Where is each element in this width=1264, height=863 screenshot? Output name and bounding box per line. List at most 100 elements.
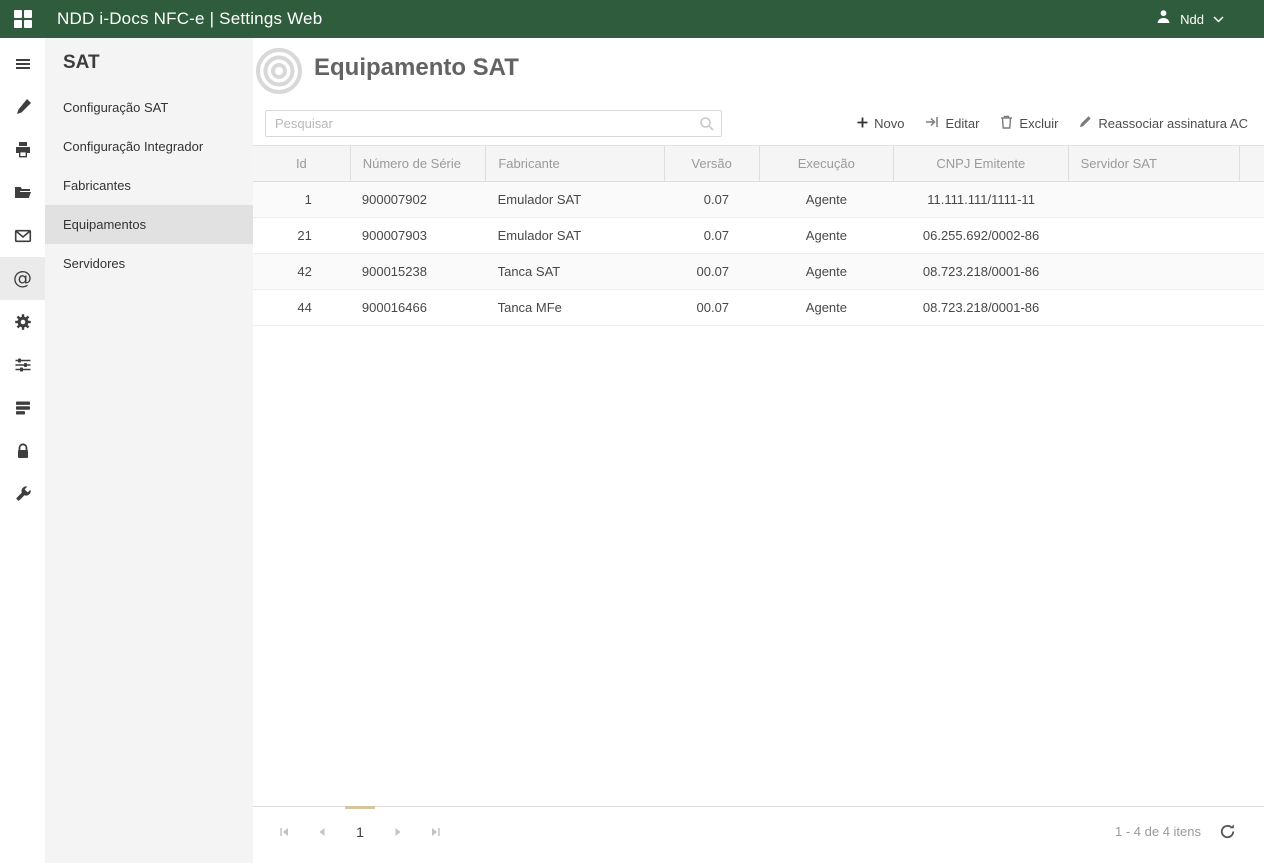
first-page-button[interactable]	[265, 807, 303, 856]
app-title: NDD i-Docs NFC-e | Settings Web	[57, 9, 323, 28]
page-number-button[interactable]: 1	[341, 806, 379, 856]
lock-icon	[17, 442, 28, 458]
printer-icon	[15, 141, 30, 157]
previous-page-button[interactable]	[303, 807, 341, 856]
sidebar-title: SAT	[63, 52, 100, 73]
table-header-row: Id Número de Série Fabricante Versão Exe…	[253, 145, 1264, 182]
search-icon[interactable]	[699, 116, 715, 137]
refresh-button[interactable]	[1219, 823, 1236, 840]
cell-id: 1	[304, 192, 312, 207]
cell-filler	[1240, 254, 1264, 289]
layers-icon	[15, 401, 30, 414]
cell-numero-serie: 900015238	[361, 264, 427, 279]
cell-cnpj-emitente: 11.111.111/1111-11	[927, 192, 1035, 207]
column-header-numero-serie[interactable]: Número de Série	[349, 146, 486, 181]
cell-id: 42	[297, 264, 312, 279]
novo-button[interactable]: Novo	[857, 116, 904, 131]
rail-item-servers[interactable]	[0, 386, 45, 429]
column-header-id[interactable]: Id	[253, 146, 350, 181]
icon-rail: @	[0, 38, 45, 863]
cell-versao: 00.07	[696, 264, 730, 279]
rail-item-parameters[interactable]	[0, 343, 45, 386]
user-menu[interactable]: Ndd	[1156, 9, 1264, 29]
cell-numero-serie: 900007902	[361, 192, 427, 207]
cell-execucao: Agente	[805, 264, 847, 279]
pager-buttons: 1	[265, 806, 455, 856]
menu-toggle-button[interactable]	[0, 42, 45, 85]
rail-item-settings[interactable]	[0, 300, 45, 343]
reassociar-assinatura-button[interactable]: Reassociar assinatura AC	[1079, 115, 1248, 131]
cell-cnpj-emitente: 08.723.218/0001-86	[922, 264, 1040, 279]
user-name: Ndd	[1180, 11, 1204, 27]
cell-execucao: Agente	[805, 192, 847, 207]
search-input[interactable]	[266, 110, 721, 136]
pager: 1 1 - 4 de 4 itens	[253, 806, 1264, 856]
plus-icon	[857, 116, 868, 131]
cell-fabricante: Tanca MFe	[497, 300, 562, 315]
table-row[interactable]: 1 900007902 Emulador SAT 0.07 Agente 11.…	[253, 182, 1264, 218]
cell-servidor-sat	[1068, 254, 1240, 289]
toolbar-actions: Novo Editar Excluir Reassociar assinatur…	[857, 115, 1264, 132]
column-header-execucao[interactable]: Execução	[758, 146, 894, 181]
column-header-servidor-sat[interactable]: Servidor SAT	[1067, 146, 1239, 181]
last-page-icon	[432, 827, 440, 836]
cell-servidor-sat	[1068, 218, 1240, 253]
sidebar: SAT Configuração SAT Configuração Integr…	[45, 38, 253, 863]
cell-filler	[1240, 182, 1264, 217]
sidebar-item-fabricantes[interactable]: Fabricantes	[45, 166, 253, 205]
topbar: NDD i-Docs NFC-e | Settings Web Ndd	[0, 0, 1264, 38]
user-icon	[1156, 9, 1171, 29]
editar-button[interactable]: Editar	[925, 116, 979, 131]
sidebar-item-configuracao-integrador[interactable]: Configuração Integrador	[45, 127, 253, 166]
column-header-cnpj-emitente[interactable]: CNPJ Emitente	[893, 146, 1067, 181]
edit-icon	[925, 116, 939, 131]
previous-page-icon	[319, 827, 325, 836]
chevron-down-icon	[1213, 10, 1224, 28]
next-page-button[interactable]	[379, 807, 417, 856]
column-header-versao[interactable]: Versão	[663, 146, 759, 181]
sidebar-item-configuracao-sat[interactable]: Configuração SAT	[45, 88, 253, 127]
cell-servidor-sat	[1068, 290, 1240, 325]
apps-launcher-button[interactable]	[0, 0, 45, 38]
envelope-icon	[14, 229, 31, 242]
page-title: Equipamento SAT	[314, 54, 519, 81]
equipamentos-grid: Id Número de Série Fabricante Versão Exe…	[253, 145, 1264, 805]
cell-execucao: Agente	[805, 228, 847, 243]
rail-item-folder[interactable]	[0, 171, 45, 214]
rail-item-printer[interactable]	[0, 128, 45, 171]
last-page-button[interactable]	[417, 807, 455, 856]
reassociar-label: Reassociar assinatura AC	[1098, 115, 1248, 131]
column-header-filler	[1239, 146, 1264, 181]
rail-item-security[interactable]	[0, 429, 45, 472]
sidebar-item-equipamentos[interactable]: Equipamentos	[45, 205, 253, 244]
gear-icon	[14, 313, 31, 330]
at-icon: @	[13, 267, 32, 289]
next-page-icon	[395, 827, 401, 836]
cell-fabricante: Emulador SAT	[497, 228, 582, 243]
cell-cnpj-emitente: 08.723.218/0001-86	[922, 300, 1040, 315]
cell-numero-serie: 900007903	[361, 228, 427, 243]
sidebar-item-servidores[interactable]: Servidores	[45, 244, 253, 283]
apps-grid-icon	[13, 10, 32, 28]
grid-toolbar: Novo Editar	[253, 109, 1264, 137]
cell-versao: 0.07	[703, 192, 730, 207]
sliders-icon	[15, 358, 30, 371]
cell-id: 21	[297, 228, 312, 243]
cell-versao: 00.07	[696, 300, 730, 315]
column-header-fabricante[interactable]: Fabricante	[485, 146, 663, 181]
rail-item-at-active[interactable]: @	[0, 257, 45, 300]
excluir-label: Excluir	[1019, 115, 1059, 131]
cell-fabricante: Emulador SAT	[497, 192, 582, 207]
refresh-icon	[1220, 824, 1235, 839]
rail-item-maintenance[interactable]	[0, 472, 45, 515]
excluir-button[interactable]: Excluir	[1000, 115, 1058, 132]
rail-item-mail[interactable]	[0, 214, 45, 257]
table-row[interactable]: 21 900007903 Emulador SAT 0.07 Agente 06…	[253, 218, 1264, 254]
table-row[interactable]: 44 900016466 Tanca MFe 00.07 Agente 08.7…	[253, 290, 1264, 326]
cell-filler	[1240, 290, 1264, 325]
cell-execucao: Agente	[805, 300, 847, 315]
cell-cnpj-emitente: 06.255.692/0002-86	[922, 228, 1040, 243]
trash-icon	[1000, 115, 1013, 132]
table-row[interactable]: 42 900015238 Tanca SAT 00.07 Agente 08.7…	[253, 254, 1264, 290]
rail-item-tools[interactable]	[0, 85, 45, 128]
